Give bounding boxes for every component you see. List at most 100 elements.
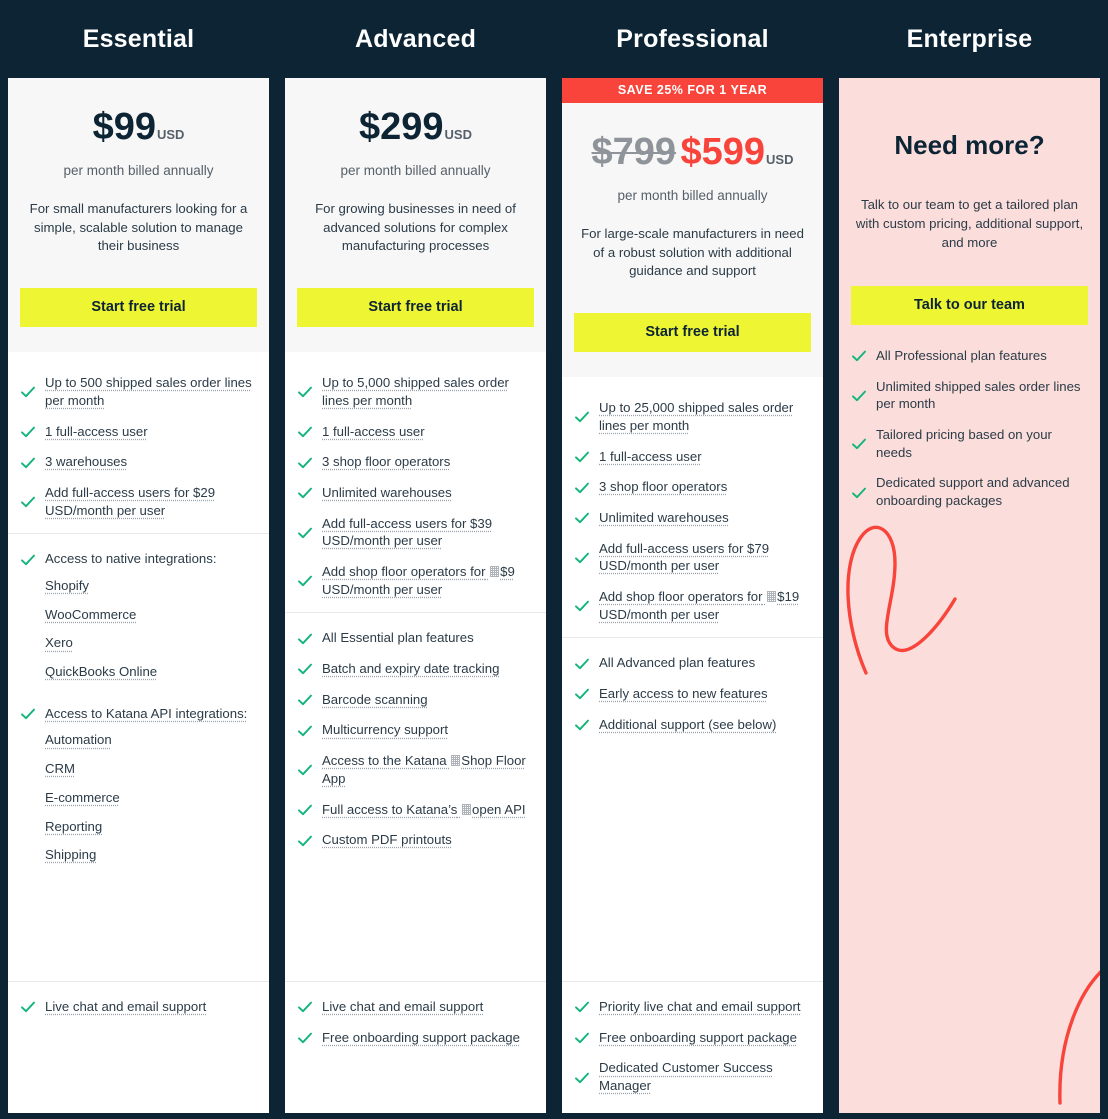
check-icon [297, 999, 313, 1015]
list-item[interactable]: WooCommerce [45, 606, 136, 624]
talk-to-our-team-button[interactable]: Talk to our team [851, 286, 1088, 325]
list-item[interactable]: CRM [45, 760, 75, 778]
list-item[interactable]: 3 shop floor operators [297, 453, 532, 471]
feature-label[interactable]: Add shop floor operators for $9 USD/mont… [322, 563, 532, 598]
list-item[interactable]: Free onboarding support package [574, 1029, 809, 1047]
feature-label[interactable]: Up to 500 shipped sales order lines per … [45, 374, 255, 409]
feature-label[interactable]: Unlimited warehouses [599, 509, 729, 527]
feature-label-before: Access to the Katana [322, 753, 447, 769]
feature-label: Dedicated support and advanced onboardin… [876, 475, 1070, 509]
list-item[interactable]: Access to Katana API integrations: [20, 705, 255, 723]
list-item[interactable]: QuickBooks Online [45, 663, 157, 681]
feature-label[interactable]: Additional support (see below) [599, 716, 776, 734]
check-icon [297, 661, 313, 677]
feature-label[interactable]: Free onboarding support package [599, 1029, 797, 1047]
list-item[interactable]: Add shop floor operators for $19 USD/mon… [574, 588, 809, 623]
feature-label[interactable]: 3 warehouses [45, 453, 127, 471]
feature-label[interactable]: 1 full-access user [599, 448, 702, 466]
feature-label[interactable]: Up to 5,000 shipped sales order lines pe… [322, 374, 532, 409]
feature-label[interactable]: Batch and expiry date tracking [322, 660, 499, 678]
list-item[interactable]: Reporting [45, 818, 102, 836]
start-free-trial-button[interactable]: Start free trial [20, 288, 257, 328]
list-item[interactable]: 3 warehouses [20, 453, 255, 471]
price-original: $799 [591, 131, 677, 173]
check-icon [574, 686, 590, 702]
feature-label[interactable]: 1 full-access user [45, 423, 148, 441]
feature-label[interactable]: Dedicated Customer Success Manager [599, 1059, 809, 1094]
feature-label[interactable]: Access to the Katana Shop Floor App [322, 752, 532, 787]
plan-header-enterprise: Enterprise [839, 0, 1100, 78]
list-item[interactable]: Up to 25,000 shipped sales order lines p… [574, 399, 809, 434]
check-icon [297, 723, 313, 739]
plan-title: Professional [616, 24, 769, 53]
feature-label[interactable]: Free onboarding support package [322, 1029, 520, 1047]
plan-title: Advanced [354, 24, 477, 53]
list-item[interactable]: Shopify [45, 577, 89, 595]
list-item[interactable]: Dedicated Customer Success Manager [574, 1059, 809, 1094]
check-icon [20, 455, 36, 471]
feature-label[interactable]: Add shop floor operators for $19 USD/mon… [599, 588, 809, 623]
feature-label[interactable]: 3 shop floor operators [322, 453, 450, 471]
list-item[interactable]: Unlimited warehouses [574, 509, 809, 527]
list-item[interactable]: 1 full-access user [20, 423, 255, 441]
list-item[interactable]: 1 full-access user [574, 448, 809, 466]
feature-label[interactable]: Up to 25,000 shipped sales order lines p… [599, 399, 809, 434]
list-item[interactable]: Free onboarding support package [297, 1029, 532, 1047]
list-item[interactable]: Automation [45, 731, 112, 749]
feature-label-after: open API [472, 801, 526, 817]
list-item[interactable]: Batch and expiry date tracking [297, 660, 532, 678]
feature-label[interactable]: Add full-access users for $79 USD/month … [599, 540, 809, 575]
list-item[interactable]: Barcode scanning [297, 691, 532, 709]
decorative-arc-squiggle [1058, 970, 1100, 1105]
list-item[interactable]: E-commerce [45, 789, 120, 807]
start-free-trial-button[interactable]: Start free trial [574, 313, 811, 353]
feature-block: Up to 500 shipped sales order lines per … [8, 352, 269, 533]
check-icon [574, 717, 590, 733]
feature-label[interactable]: Unlimited warehouses [322, 484, 452, 502]
list-item[interactable]: 3 shop floor operators [574, 478, 809, 496]
feature-label[interactable]: Custom PDF printouts [322, 831, 452, 849]
list-item[interactable]: Xero [45, 634, 73, 652]
feature-label[interactable]: Early access to new features [599, 685, 768, 703]
list-item[interactable]: Live chat and email support [297, 998, 532, 1016]
check-icon [20, 384, 36, 400]
feature-label[interactable]: Priority live chat and email support [599, 998, 801, 1016]
list-item[interactable]: Add full-access users for $39 USD/month … [297, 515, 532, 550]
feature-label[interactable]: Live chat and email support [45, 998, 206, 1016]
list-item[interactable]: Unlimited warehouses [297, 484, 532, 502]
list-item: All Essential plan features [297, 629, 532, 647]
list-item[interactable]: Access to the Katana Shop Floor App [297, 752, 532, 787]
list-item[interactable]: Up to 5,000 shipped sales order lines pe… [297, 374, 532, 409]
list-item[interactable]: Early access to new features [574, 685, 809, 703]
list-item[interactable]: Live chat and email support [20, 998, 255, 1016]
list-item[interactable]: Additional support (see below) [574, 716, 809, 734]
feature-label[interactable]: Full access to Katana’s open API [322, 801, 526, 819]
list-item[interactable]: Shipping [45, 846, 96, 864]
feature-label[interactable]: Add full-access users for $39 USD/month … [322, 515, 532, 550]
list-item[interactable]: Add full-access users for $79 USD/month … [574, 540, 809, 575]
api-sub-list: Automation CRM E-commerce Reporting Ship… [45, 731, 255, 874]
list-item[interactable]: Full access to Katana’s open API [297, 801, 532, 819]
list-item[interactable]: Priority live chat and email support [574, 998, 809, 1016]
list-item: Dedicated support and advanced onboardin… [851, 474, 1086, 509]
list-item[interactable]: Add shop floor operators for $9 USD/mont… [297, 563, 532, 598]
check-icon [574, 480, 590, 496]
feature-label[interactable]: Multicurrency support [322, 721, 448, 739]
list-item[interactable]: Add full-access users for $29 USD/month … [20, 484, 255, 519]
check-icon [574, 598, 590, 614]
price-amount: $299 [359, 106, 444, 148]
plan-column-essential: Essential $99USD per month billed annual… [0, 0, 277, 1119]
feature-label[interactable]: Access to Katana API integrations: [45, 705, 247, 723]
list-item[interactable]: Up to 500 shipped sales order lines per … [20, 374, 255, 409]
list-item[interactable]: 1 full-access user [297, 423, 532, 441]
feature-label[interactable]: Barcode scanning [322, 691, 428, 709]
feature-label[interactable]: 1 full-access user [322, 423, 425, 441]
list-item[interactable]: Multicurrency support [297, 721, 532, 739]
feature-label[interactable]: 3 shop floor operators [599, 478, 727, 496]
list-item[interactable]: Custom PDF printouts [297, 831, 532, 849]
features-area: Up to 5,000 shipped sales order lines pe… [285, 352, 546, 1113]
cta-wrap: Start free trial [20, 256, 257, 352]
feature-label[interactable]: Live chat and email support [322, 998, 483, 1016]
feature-label[interactable]: Add full-access users for $29 USD/month … [45, 484, 255, 519]
start-free-trial-button[interactable]: Start free trial [297, 288, 534, 328]
